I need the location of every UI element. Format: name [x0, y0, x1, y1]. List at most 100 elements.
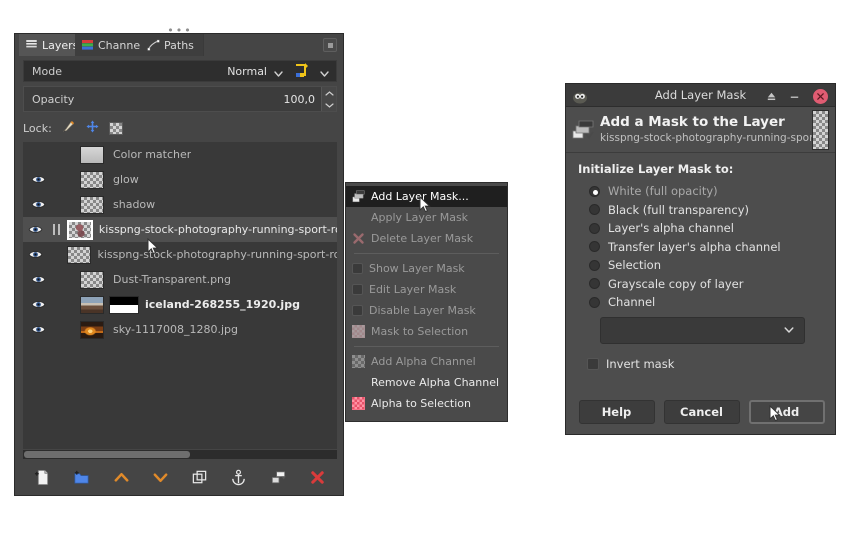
layer-visibility-toggle[interactable]: [25, 274, 51, 285]
radio-button-icon[interactable]: [589, 241, 600, 253]
add-button[interactable]: Add: [748, 400, 825, 424]
layer-thumbnail-cell: [66, 219, 93, 240]
layer-row[interactable]: shadow: [23, 192, 337, 217]
invert-mask-checkbox[interactable]: [587, 357, 599, 370]
layer-row[interactable]: kisspng-stock-photography-running-sport-…: [23, 217, 337, 242]
layer-link-toggle[interactable]: [46, 224, 67, 235]
lock-alpha-icon[interactable]: [108, 121, 123, 135]
minimize-icon[interactable]: [785, 87, 803, 105]
menu-item-label: Mask to Selection: [371, 325, 469, 338]
menu-item-label: Edit Layer Mask: [369, 283, 457, 296]
mask-to-selection-icon: [352, 325, 365, 338]
layer-row[interactable]: kisspng-stock-photography-running-sport-…: [23, 242, 337, 267]
new-layer-group-button[interactable]: [71, 466, 93, 488]
invert-mask-row[interactable]: Invert mask: [587, 357, 823, 371]
layer-visibility-toggle[interactable]: [25, 174, 51, 185]
menu-item[interactable]: Alpha to Selection: [346, 393, 507, 414]
layer-visibility-toggle[interactable]: [25, 299, 51, 310]
raise-layer-button[interactable]: [110, 466, 132, 488]
tab-paths[interactable]: Paths: [141, 34, 204, 56]
layer-name: kisspng-stock-photography-running-sport-…: [98, 223, 337, 236]
layer-thumbnail-cell: [77, 295, 107, 314]
new-layer-button[interactable]: [32, 466, 54, 488]
close-icon[interactable]: [811, 87, 829, 105]
layer-preview-thumbnail: [812, 109, 829, 150]
shade-icon[interactable]: [762, 87, 780, 105]
layer-row[interactable]: Color matcher: [23, 142, 337, 167]
lower-layer-button[interactable]: [149, 466, 171, 488]
initialize-mask-radio-group[interactable]: White (full opacity) Black (full transpar…: [578, 182, 823, 312]
menu-item[interactable]: Remove Alpha Channel: [346, 372, 507, 393]
eye-icon: [31, 201, 45, 208]
merge-down-button[interactable]: [267, 466, 289, 488]
layer-name: glow: [113, 173, 139, 186]
menu-item[interactable]: Add Layer Mask...: [346, 186, 507, 207]
radio-button-icon[interactable]: [589, 222, 600, 234]
radio-button-icon[interactable]: [589, 296, 600, 308]
menu-item-label: Delete Layer Mask: [371, 232, 474, 245]
gimp-wilber-icon: [572, 89, 588, 103]
delete-mask-icon: [352, 232, 365, 245]
radio-option[interactable]: White (full opacity): [578, 182, 823, 201]
layer-visibility-toggle[interactable]: [25, 199, 51, 210]
blend-space-icon[interactable]: [292, 61, 312, 81]
opacity-spinner[interactable]: [321, 87, 336, 111]
chevron-down-icon[interactable]: [272, 65, 285, 78]
radio-button-icon[interactable]: [589, 185, 600, 197]
radio-option[interactable]: Grayscale copy of layer: [578, 275, 823, 294]
layer-visibility-toggle[interactable]: [25, 324, 51, 335]
delete-layer-button[interactable]: [306, 466, 328, 488]
radio-option[interactable]: Selection: [578, 256, 823, 275]
add-layer-mask-icon: [352, 190, 365, 203]
layer-row[interactable]: glow: [23, 167, 337, 192]
menu-item: Add Alpha Channel: [346, 351, 507, 372]
lock-row: Lock:: [23, 118, 123, 138]
dialog-titlebar[interactable]: Add Layer Mask: [566, 84, 835, 107]
duplicate-layer-button[interactable]: [189, 466, 211, 488]
radio-option[interactable]: Black (full transparency): [578, 201, 823, 220]
layer-visibility-toggle[interactable]: [25, 224, 46, 235]
cancel-button[interactable]: Cancel: [663, 400, 740, 424]
tab-paths-label: Paths: [164, 38, 194, 52]
layer-mode-value[interactable]: Normal: [227, 65, 267, 78]
layer-row[interactable]: sky-1117008_1280.jpg: [23, 317, 337, 342]
radio-option[interactable]: Channel: [578, 293, 823, 312]
layer-thumbnail: [80, 295, 104, 314]
layer-row[interactable]: iceland-268255_1920.jpg: [23, 292, 337, 317]
dock-menu-icon[interactable]: [323, 38, 337, 52]
layer-visibility-toggle[interactable]: [25, 249, 46, 260]
radio-option-label: Transfer layer's alpha channel: [608, 239, 781, 254]
checkbox-icon: [352, 284, 363, 295]
dock-tabbar: Layers Channels Paths: [15, 34, 343, 56]
menu-item: Mask to Selection: [346, 321, 507, 342]
dialog-header-texts: Add a Mask to the Layer kisspng-stock-ph…: [600, 114, 812, 145]
layer-thumbnail: [80, 170, 104, 189]
layer-name: Color matcher: [113, 148, 192, 161]
radio-option[interactable]: Transfer layer's alpha channel: [578, 238, 823, 257]
radio-button-icon[interactable]: [589, 259, 600, 271]
layer-list-hscrollbar-thumb[interactable]: [24, 451, 190, 458]
blend-space-chevron-down-icon[interactable]: [318, 65, 331, 78]
help-button[interactable]: Help: [578, 400, 655, 424]
channel-select[interactable]: [600, 316, 805, 344]
dialog-heading: Add a Mask to the Layer: [600, 114, 785, 130]
radio-button-icon[interactable]: [589, 278, 600, 290]
alpha-to-selection-icon: [352, 397, 365, 410]
lock-position-icon[interactable]: [85, 119, 100, 138]
layer-toolbar: [23, 462, 337, 492]
layer-list-hscrollbar[interactable]: [23, 450, 337, 459]
layer-list[interactable]: Color matcher glow shadow kisspng-stock-pho…: [23, 142, 337, 449]
layer-context-menu[interactable]: Add Layer Mask... Apply Layer Mask Delete …: [345, 182, 508, 422]
radio-option[interactable]: Layer's alpha channel: [578, 219, 823, 238]
layer-opacity-value[interactable]: 100,0: [284, 93, 316, 106]
layer-row[interactable]: Dust-Transparent.png: [23, 267, 337, 292]
lock-pixels-icon[interactable]: [61, 119, 76, 138]
radio-option-label: Grayscale copy of layer: [608, 276, 744, 291]
layer-mode-row: Mode Normal: [23, 60, 337, 82]
menu-item: Disable Layer Mask: [346, 300, 507, 321]
dialog-header: Add a Mask to the Layer kisspng-stock-ph…: [566, 107, 835, 153]
layer-opacity-row[interactable]: Opacity 100,0: [23, 86, 337, 112]
anchor-layer-button[interactable]: [228, 466, 250, 488]
layer-mask-thumbnail[interactable]: [109, 295, 139, 314]
radio-button-icon[interactable]: [589, 204, 600, 216]
